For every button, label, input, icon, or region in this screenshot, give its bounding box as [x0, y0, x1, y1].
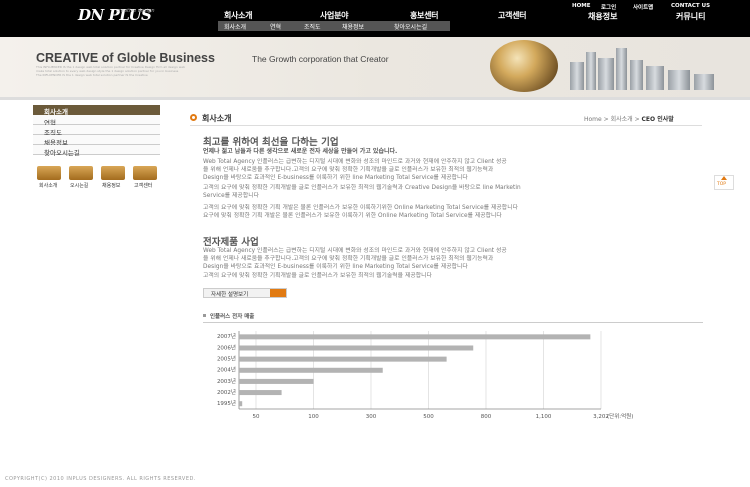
title-bullet-icon: [190, 114, 197, 121]
chart-x-tick: 1,100: [536, 414, 552, 420]
section1-lead: 언제나 젊고 남들과 다른 생각으로 새로운 전자 세상을 만들어 가고 있습니…: [203, 148, 398, 155]
building-image: [646, 66, 664, 90]
chart-bar: [239, 334, 591, 340]
chart-bar: [239, 378, 314, 384]
chart-category-label: 2006년: [217, 343, 236, 351]
section1-paragraph: 고객의 요구에 맞춰 정확한 기획 개발은 물론 인플러스가 보유한 이룩하기위…: [203, 205, 518, 219]
visual-divider: [0, 97, 750, 100]
visual-tiny-text: The INFLUENCER IS the 1 design web total…: [36, 73, 148, 77]
chart-title-bullet: [203, 314, 206, 317]
breadcrumb-mid[interactable]: 회사소개: [611, 116, 633, 123]
chart-bar: [239, 345, 474, 351]
chart-x-tick: 50: [253, 414, 260, 420]
gnb-pr[interactable]: 홍보센터: [410, 10, 439, 21]
building-image: [630, 60, 643, 90]
chart-category-label: 2005년: [217, 355, 236, 363]
chart-title: 인플러스 전자 매출: [210, 314, 255, 320]
chart-x-tick: 500: [423, 414, 434, 420]
chart-unit-label: (단위:억원): [607, 412, 633, 420]
section2-paragraph: Web Total Agency 인플러스는 급변하는 디지털 시대에 변화와 …: [203, 248, 507, 270]
breadcrumb: Home > 회사소개 > CEO 인사말: [584, 116, 674, 123]
chart-bar: [239, 390, 282, 396]
building-image: [570, 62, 584, 90]
quick-label: 고객센터: [134, 183, 153, 189]
chart-x-tick: 800: [481, 414, 492, 420]
chart-category-label: 1995년: [217, 399, 236, 407]
chart-x-tick: 100: [308, 414, 319, 420]
gnb-company[interactable]: 회사소개: [224, 10, 253, 21]
building-image: [694, 74, 714, 90]
util-sitemap-link[interactable]: 사이트맵: [633, 3, 653, 11]
sales-chart: 50 100 300 500 800 1,100 3,202 2007년 2006년 2005년 2…: [203, 325, 703, 430]
building-image: [668, 70, 690, 90]
lnb-item-label: 찾아오시는길: [44, 149, 80, 157]
quick-label: 오시는길: [70, 183, 89, 189]
arrow-up-icon: [721, 176, 727, 180]
building-image: [586, 52, 596, 90]
sub-menu-location[interactable]: 찾아오시는길: [394, 22, 427, 31]
globe-image: [490, 40, 558, 92]
more-info-button-label: 자세한 설명보기: [211, 292, 249, 298]
quick-label: 회사소개: [39, 183, 58, 189]
quick-label: 채용정보: [102, 183, 121, 189]
chart-x-tick: 300: [366, 414, 377, 420]
chart-category-label: 2007년: [217, 332, 236, 340]
gnb-support[interactable]: 고객센터: [498, 10, 527, 21]
gnb-community[interactable]: 커뮤니티: [676, 11, 705, 22]
top-button-label: TOP: [717, 182, 727, 187]
breadcrumb-home[interactable]: Home: [584, 116, 602, 123]
chart-bar: [239, 356, 447, 362]
sub-menu-history[interactable]: 연혁: [270, 22, 281, 31]
building-image: [616, 48, 627, 90]
section2-title: 전자제품 사업: [203, 237, 259, 248]
chart-category-label: 2004년: [217, 366, 236, 374]
gnb-recruit[interactable]: 채용정보: [588, 11, 617, 22]
quick-support-icon[interactable]: [133, 166, 157, 180]
chart-category-label: 2003년: [217, 377, 236, 385]
quick-map-icon[interactable]: [69, 166, 93, 180]
util-login-link[interactable]: 로그인: [601, 3, 616, 11]
chart-bar: [239, 367, 383, 373]
quick-company-icon[interactable]: [37, 166, 61, 180]
section2-paragraph: 고객의 요구에 맞춰 정확한 기획개발을 글로 인플러스가 보유한 최적의 웹기…: [203, 273, 432, 279]
sub-menu-recruit[interactable]: 채용정보: [342, 22, 364, 31]
chart-divider: [203, 322, 703, 323]
chart-bar: [239, 401, 243, 407]
sub-menu-organization[interactable]: 조직도: [304, 22, 321, 31]
building-image: [598, 58, 614, 90]
quick-recruit-icon[interactable]: [101, 166, 125, 180]
chart-category-label: 2002년: [217, 388, 236, 396]
visual-title: CREATIVE of Globle Business: [36, 51, 215, 65]
footer-copyright: COPYRIGHT(C) 2010 INPLUS DESIGNERS. ALL …: [5, 476, 196, 482]
logo-subtitle: creative design: [116, 8, 155, 14]
page-title: 회사소개: [202, 114, 232, 123]
util-contact-link[interactable]: CONTACT US: [671, 3, 710, 9]
sub-menu-company[interactable]: 회사소개: [224, 22, 246, 31]
title-divider: [190, 125, 702, 126]
visual-subtitle: The Growth corporation that Creator: [252, 54, 389, 64]
gnb-business[interactable]: 사업분야: [320, 10, 349, 21]
arrow-icon: [270, 289, 286, 297]
section1-paragraph: Web Total Agency 인플러스는 급변하는 디지털 시대에 변화와 …: [203, 159, 507, 181]
util-home-link[interactable]: HOME: [572, 3, 591, 9]
breadcrumb-current: CEO 인사말: [641, 116, 674, 123]
section1-paragraph: 고객의 요구에 맞춰 정확한 기획개발을 글로 인플러스가 보유한 최적의 웹기…: [203, 185, 521, 199]
